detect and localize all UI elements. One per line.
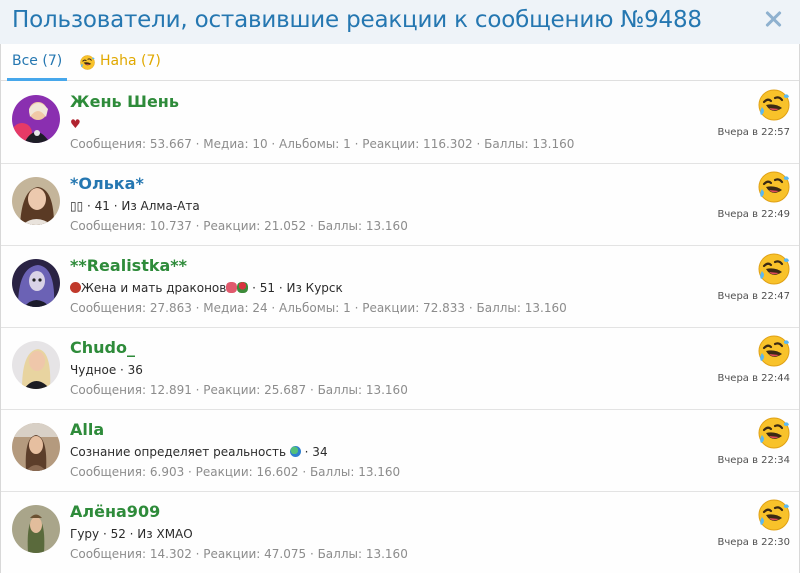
haha-icon	[80, 55, 95, 70]
user-stats: Сообщения: 10.737 · Реакции: 21.052 · Ба…	[70, 219, 408, 233]
tab-haha[interactable]: Haha (7)	[80, 53, 161, 81]
list-item: **Realistka** Жена и мать драконов · 51 …	[1, 246, 799, 328]
reaction-time: Вчера в 22:44	[717, 373, 790, 384]
haha-icon	[758, 89, 790, 121]
reaction-time: Вчера в 22:30	[717, 537, 790, 548]
user-stats: Сообщения: 27.863 · Медиа: 24 · Альбомы:…	[70, 301, 567, 315]
avatar[interactable]	[12, 423, 60, 471]
dialog-header: Пользователи, оставившие реакции к сообщ…	[0, 0, 800, 44]
reaction-time: Вчера в 22:47	[717, 291, 790, 302]
avatar[interactable]	[12, 341, 60, 389]
reactions-panel: Все (7) Haha (7) Жень Шень ♥ Сообщения: …	[0, 44, 800, 573]
username[interactable]: Chudo_	[70, 338, 135, 357]
tab-all-label: Все (7)	[12, 53, 63, 69]
dialog-title: Пользователи, оставившие реакции к сообщ…	[12, 7, 702, 33]
list-item: Chudo_ Чудное · 36 Сообщения: 12.891 · Р…	[1, 328, 799, 410]
username[interactable]: Alla	[70, 420, 104, 439]
reaction-time: Вчера в 22:34	[717, 455, 790, 466]
user-title: ▯▯ · 41 · Из Алма-Ата	[70, 199, 200, 213]
user-title: ♥	[70, 117, 81, 131]
haha-icon	[758, 171, 790, 203]
user-title: Жена и мать драконов · 51 · Из Курск	[70, 281, 343, 295]
user-title-text: Сознание определяет реальность	[70, 445, 287, 459]
user-stats: Сообщения: 6.903 · Реакции: 16.602 · Бал…	[70, 465, 401, 479]
avatar[interactable]	[12, 505, 60, 553]
user-title-tail: · 51 · Из Курск	[248, 281, 343, 295]
user-stats: Сообщения: 14.302 · Реакции: 47.075 · Ба…	[70, 547, 408, 561]
username[interactable]: **Realistka**	[70, 256, 187, 275]
username[interactable]: Жень Шень	[70, 92, 179, 111]
close-icon[interactable]	[762, 8, 784, 30]
haha-icon	[758, 499, 790, 531]
user-title-tail: · 34	[300, 445, 328, 459]
lips-icon	[226, 282, 238, 293]
username[interactable]: Алёна909	[70, 502, 160, 521]
user-stats: Сообщения: 12.891 · Реакции: 25.687 · Ба…	[70, 383, 408, 397]
user-title: Чудное · 36	[70, 363, 143, 377]
user-title: Гуру · 52 · Из ХМАО	[70, 527, 193, 541]
reaction-tabs: Все (7) Haha (7)	[1, 44, 799, 81]
haha-icon	[758, 253, 790, 285]
heart-icon: ♥	[70, 117, 81, 131]
list-item: Алёна909 Гуру · 52 · Из ХМАО Сообщения: …	[1, 492, 799, 573]
haha-icon	[758, 417, 790, 449]
list-item: Жень Шень ♥ Сообщения: 53.667 · Медиа: 1…	[1, 82, 799, 164]
user-stats: Сообщения: 53.667 · Медиа: 10 · Альбомы:…	[70, 137, 575, 151]
reaction-time: Вчера в 22:49	[717, 209, 790, 220]
list-item: *Олька* ▯▯ · 41 · Из Алма-Ата Сообщения:…	[1, 164, 799, 246]
avatar[interactable]	[12, 177, 60, 225]
list-item: Alla Сознание определяет реальность · 34…	[1, 410, 799, 492]
haha-icon	[758, 335, 790, 367]
avatar[interactable]	[12, 95, 60, 143]
reaction-time: Вчера в 22:57	[717, 127, 790, 138]
globe-icon	[289, 446, 301, 457]
tab-haha-label: Haha (7)	[100, 53, 161, 69]
devil-icon	[70, 282, 81, 293]
avatar[interactable]	[12, 259, 60, 307]
username[interactable]: *Олька*	[70, 174, 144, 193]
user-title: Сознание определяет реальность · 34	[70, 445, 328, 459]
rose-icon	[237, 282, 249, 293]
user-title-text: Жена и мать драконов	[81, 281, 227, 295]
tab-all[interactable]: Все (7)	[7, 53, 68, 81]
